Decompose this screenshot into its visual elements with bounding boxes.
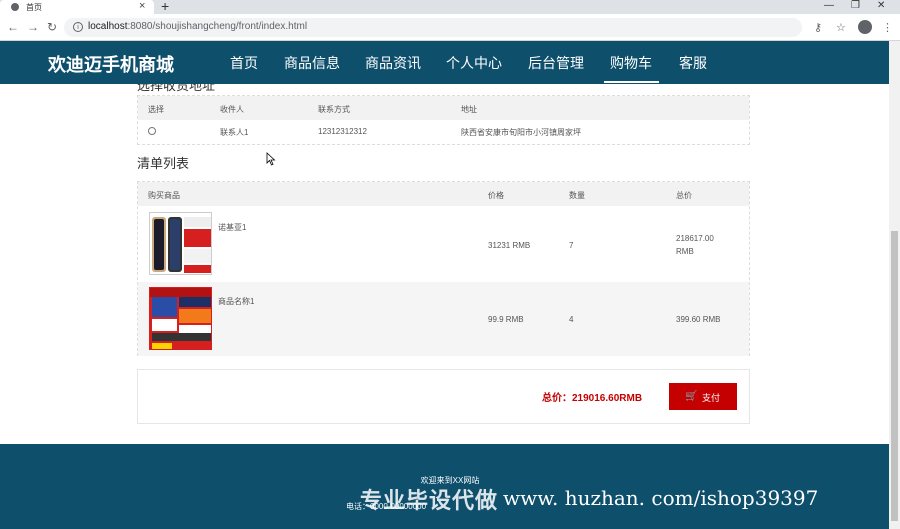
address-section-title: 选择收货地址	[137, 84, 216, 93]
url-omnibox[interactable]: i localhost:8080/shoujishangcheng/front/…	[64, 18, 802, 37]
pay-button[interactable]: 🛒 支付	[669, 383, 737, 410]
active-menu-underline	[604, 81, 659, 83]
menu-item-home[interactable]: 首页	[230, 53, 258, 73]
new-tab-icon[interactable]: +	[161, 0, 169, 14]
site-header: 欢迪迈手机商城 首页 商品信息 商品资讯 个人中心 后台管理 购物车 客服	[0, 41, 889, 84]
menu-item-service[interactable]: 客服	[679, 53, 707, 73]
key-icon[interactable]: ⚷	[814, 21, 822, 34]
pay-button-label: 支付	[702, 393, 721, 403]
menu-item-profile[interactable]: 个人中心	[446, 53, 502, 73]
restore-icon[interactable]: ❐	[851, 0, 860, 11]
order-table-header: 购买商品 价格 数量 总价	[138, 182, 749, 206]
reload-icon[interactable]: ↻	[47, 20, 57, 34]
minimize-icon[interactable]: —	[824, 0, 834, 11]
kebab-menu-icon[interactable]: ⋮	[882, 21, 893, 34]
profile-avatar[interactable]	[858, 20, 872, 34]
site-brand[interactable]: 欢迪迈手机商城	[48, 51, 174, 77]
header-select: 选择	[148, 105, 164, 114]
star-icon[interactable]: ☆	[836, 21, 846, 34]
header-address: 地址	[461, 105, 477, 114]
total-price: 总价：219016.60RMB	[542, 393, 643, 404]
header-qty: 数量	[569, 191, 585, 200]
order-table: 购买商品 价格 数量 总价 诺基亚1 31231 RMB 7 218617.00…	[137, 181, 750, 356]
browser-tab-strip: 首页 × + — ❐ ✕	[0, 0, 900, 14]
tab-title: 首页	[26, 3, 42, 12]
address-bar: ← → ↻ i localhost:8080/shoujishangcheng/…	[0, 14, 900, 41]
address-recipient: 联系人1	[220, 128, 249, 137]
close-window-icon[interactable]: ✕	[877, 0, 885, 11]
header-phone: 联系方式	[318, 105, 350, 114]
product-image-phone[interactable]	[149, 212, 212, 275]
address-radio[interactable]	[148, 127, 156, 135]
menu-item-products[interactable]: 商品信息	[284, 53, 340, 73]
address-text: 陕西省安康市旬阳市小河镇周家坪	[461, 128, 581, 137]
menu-item-admin[interactable]: 后台管理	[528, 53, 584, 73]
cart-icon: 🛒	[685, 391, 698, 402]
info-icon[interactable]: i	[73, 22, 83, 32]
product-price-1: 31231 RMB	[488, 241, 531, 250]
forward-icon[interactable]: →	[27, 20, 39, 34]
browser-tab[interactable]: 首页 ×	[0, 0, 154, 14]
address-table: 选择 收件人 联系方式 地址 联系人1 12312312312 陕西省安康市旬阳…	[137, 95, 750, 145]
product-name-2[interactable]: 商品名称1	[218, 296, 254, 307]
page-scrollbar[interactable]	[889, 41, 900, 529]
close-tab-icon[interactable]: ×	[139, 0, 145, 12]
product-qty-2: 4	[569, 315, 574, 324]
menu-item-news[interactable]: 商品资讯	[365, 53, 421, 73]
list-section-title: 清单列表	[137, 156, 190, 171]
product-total-1: 218617.00	[676, 234, 714, 243]
product-total-1-unit: RMB	[676, 247, 694, 256]
menu-item-cart[interactable]: 购物车	[610, 53, 652, 73]
header-total: 总价	[676, 191, 692, 200]
url-text[interactable]: localhost:8080/shoujishangcheng/front/in…	[88, 21, 307, 32]
address-phone: 12312312312	[318, 127, 367, 136]
order-row-2	[138, 282, 749, 356]
payment-box: 总价：219016.60RMB 🛒 支付	[137, 369, 750, 424]
header-price: 价格	[488, 191, 504, 200]
scrollbar-thumb[interactable]	[891, 231, 898, 521]
globe-icon	[11, 3, 19, 11]
address-table-header: 选择 收件人 联系方式 地址	[138, 96, 749, 120]
product-image-promo[interactable]	[149, 287, 212, 350]
product-price-2: 99.9 RMB	[488, 315, 524, 324]
back-icon[interactable]: ←	[7, 20, 19, 34]
header-product: 购买商品	[148, 191, 180, 200]
product-name-1[interactable]: 诺基亚1	[218, 222, 246, 233]
product-total-2: 399.60 RMB	[676, 315, 721, 324]
cart-page: 选择收货地址 选择 收件人 联系方式 地址 联系人1 12312312312 陕…	[0, 84, 889, 444]
header-recipient: 收件人	[220, 105, 244, 114]
mouse-cursor	[266, 152, 276, 166]
product-qty-1: 7	[569, 241, 574, 250]
watermark-cn: 专业毕设代做	[360, 488, 499, 513]
watermark-url: www. huzhan. com/ishop39397	[503, 486, 819, 510]
